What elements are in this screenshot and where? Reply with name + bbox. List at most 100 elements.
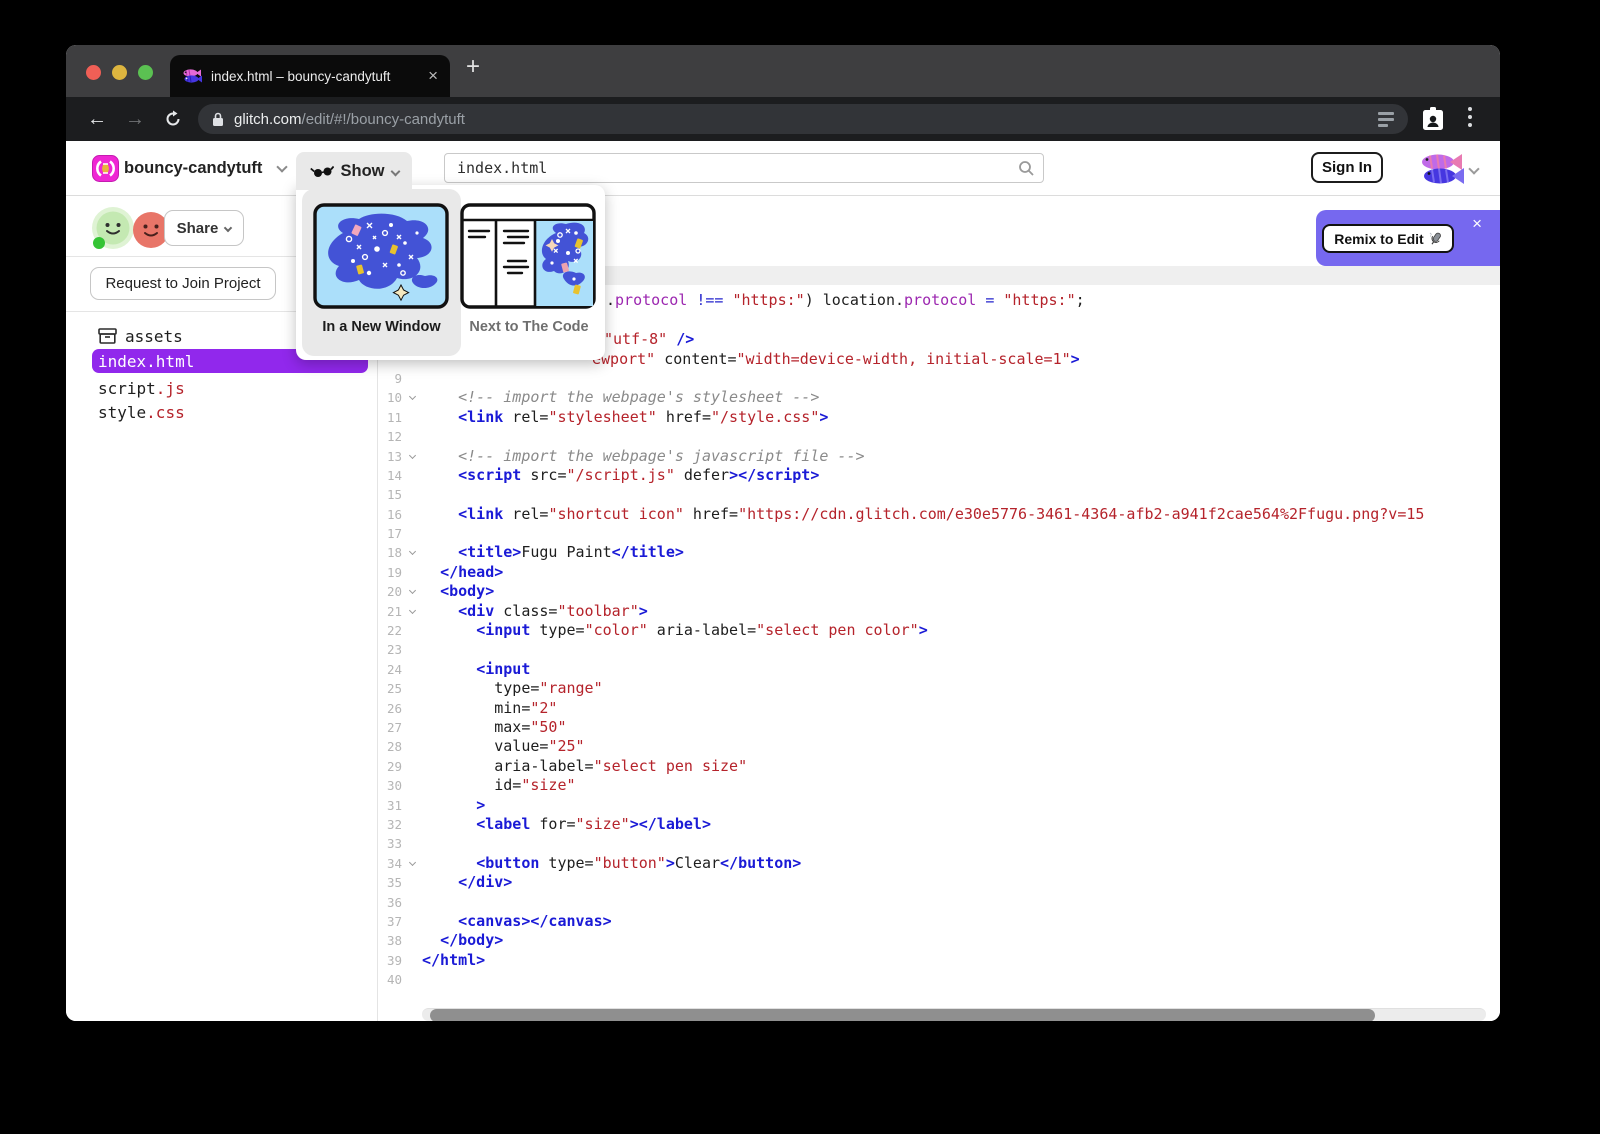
- new-tab-button[interactable]: +: [466, 53, 480, 81]
- reload-icon: [164, 110, 182, 128]
- search-input[interactable]: [444, 153, 1044, 183]
- fold-spacer: [408, 699, 422, 718]
- fold-toggle-icon[interactable]: [408, 854, 422, 873]
- fold-spacer: [408, 912, 422, 931]
- scrollbar-thumb[interactable]: [430, 1009, 1375, 1021]
- fold-spacer: [408, 970, 422, 989]
- line-number: 40: [378, 970, 408, 989]
- remix-to-edit-button[interactable]: Remix to Edit: [1322, 224, 1454, 253]
- line-number: 34: [378, 854, 408, 873]
- menu-item-label: In a New Window: [302, 319, 461, 335]
- chevron-down-icon: [390, 166, 400, 176]
- line-number: 26: [378, 699, 408, 718]
- browser-toolbar: ← → glitch.com/edit/#!/bouncy-candytuft: [66, 97, 1500, 141]
- file-script-js[interactable]: script.js: [66, 376, 377, 400]
- tab-close-icon[interactable]: ×: [428, 66, 438, 86]
- next-to-code-illustration: [460, 203, 596, 309]
- code-line: 36: [378, 893, 1500, 912]
- archive-box-icon: [98, 328, 117, 344]
- code-line: 37 <canvas></canvas>: [378, 912, 1500, 931]
- fold-toggle-icon[interactable]: [408, 582, 422, 601]
- fold-toggle-icon[interactable]: [408, 447, 422, 466]
- code-line: 22 <input type="color" aria-label="selec…: [378, 621, 1500, 640]
- fold-toggle-icon[interactable]: [408, 543, 422, 562]
- fold-spacer: [408, 621, 422, 640]
- microphone-icon: [1429, 231, 1442, 247]
- code-line: 11 <link rel="stylesheet" href="/style.c…: [378, 408, 1500, 427]
- fold-spacer: [408, 640, 422, 659]
- fold-toggle-icon[interactable]: [408, 388, 422, 407]
- fold-toggle-icon[interactable]: [408, 602, 422, 621]
- code-line: 25 type="range": [378, 679, 1500, 698]
- code-line: 38 </body>: [378, 931, 1500, 950]
- line-number: 31: [378, 796, 408, 815]
- traffic-light-zoom-icon[interactable]: [138, 65, 153, 80]
- show-button[interactable]: Show: [296, 152, 412, 190]
- traffic-light-minimize-icon[interactable]: [112, 65, 127, 80]
- browser-window: index.html – bouncy-candytuft × + ← → gl…: [66, 45, 1500, 1021]
- forward-button[interactable]: →: [120, 104, 150, 134]
- member-avatar-green: [90, 206, 136, 257]
- share-label: Share: [177, 220, 219, 237]
- file-style-css[interactable]: style.css: [66, 400, 377, 424]
- profile-badge-icon[interactable]: [1421, 106, 1445, 137]
- code-line: 21 <div class="toolbar">: [378, 602, 1500, 621]
- line-number: 25: [378, 679, 408, 698]
- reading-list-icon[interactable]: [1378, 112, 1394, 127]
- glitch-logo-icon[interactable]: [92, 155, 119, 187]
- reload-button[interactable]: [158, 104, 188, 134]
- line-number: 23: [378, 640, 408, 659]
- line-number: 24: [378, 660, 408, 679]
- show-menu: In a New Window: [296, 185, 605, 360]
- traffic-light-close-icon[interactable]: [86, 65, 101, 80]
- browser-tab[interactable]: index.html – bouncy-candytuft ×: [170, 55, 450, 97]
- line-number: 28: [378, 737, 408, 756]
- menu-item-label: Next to The Code: [454, 319, 604, 335]
- request-to-join-button[interactable]: Request to Join Project: [90, 267, 276, 300]
- assets-label: assets: [125, 327, 183, 346]
- fold-spacer: [408, 369, 422, 388]
- line-number: 17: [378, 524, 408, 543]
- fold-spacer: [408, 563, 422, 582]
- new-window-illustration: [313, 203, 449, 309]
- menu-item-next-to-code[interactable]: Next to The Code: [454, 189, 604, 356]
- url-text: glitch.com/edit/#!/bouncy-candytuft: [234, 111, 465, 128]
- code-line: 12: [378, 427, 1500, 446]
- remix-banner: Remix to Edit ×: [1316, 210, 1500, 266]
- share-button[interactable]: Share: [164, 210, 244, 246]
- line-number: 32: [378, 815, 408, 834]
- back-button[interactable]: ←: [82, 104, 112, 134]
- code-editor[interactable]: .protocol !== "https:") location.protoco…: [378, 285, 1500, 1008]
- code-line: 32 <label for="size"></label>: [378, 815, 1500, 834]
- search-icon: [1018, 160, 1035, 182]
- fold-spacer: [408, 815, 422, 834]
- fold-spacer: [408, 757, 422, 776]
- menu-item-new-window[interactable]: In a New Window: [302, 189, 461, 356]
- horizontal-scrollbar[interactable]: [422, 1008, 1486, 1021]
- line-number: 18: [378, 543, 408, 562]
- fold-spacer: [408, 505, 422, 524]
- file-name: index.html: [98, 352, 194, 371]
- user-avatar[interactable]: [1418, 149, 1464, 192]
- line-number: 29: [378, 757, 408, 776]
- project-name-button[interactable]: bouncy-candytuft: [124, 159, 262, 178]
- line-number: 39: [378, 951, 408, 970]
- code-line: 18 <title>Fugu Paint</title>: [378, 543, 1500, 562]
- sign-in-button[interactable]: Sign In: [1311, 152, 1383, 183]
- address-bar[interactable]: glitch.com/edit/#!/bouncy-candytuft: [198, 104, 1408, 134]
- line-number: 38: [378, 931, 408, 950]
- code-line: 40: [378, 970, 1500, 989]
- sunglasses-icon: [310, 165, 334, 178]
- banner-close-icon[interactable]: ×: [1472, 214, 1482, 234]
- tab-title: index.html – bouncy-candytuft: [211, 69, 428, 84]
- code-line: 14 <script src="/script.js" defer></scri…: [378, 466, 1500, 485]
- line-number: 10: [378, 388, 408, 407]
- code-line: 26 min="2": [378, 699, 1500, 718]
- glitch-header: bouncy-candytuft Sign In: [66, 141, 1500, 196]
- fold-spacer: [408, 873, 422, 892]
- browser-menu-icon[interactable]: [1468, 107, 1472, 127]
- line-number: 20: [378, 582, 408, 601]
- fold-spacer: [408, 737, 422, 756]
- line-number: 14: [378, 466, 408, 485]
- code-line: 31 >: [378, 796, 1500, 815]
